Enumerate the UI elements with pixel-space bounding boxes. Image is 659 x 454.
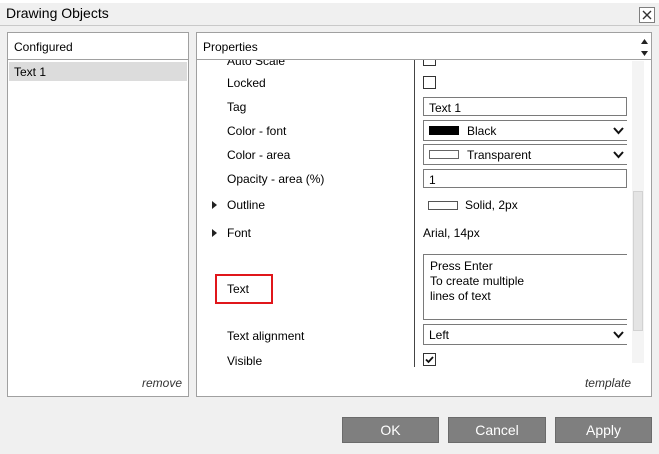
close-icon <box>642 10 652 20</box>
property-rows: Auto Scale Locked Tag Text 1 Color - fon… <box>197 60 627 367</box>
configured-item-label: Text 1 <box>14 65 47 79</box>
opacity-area-value: 1 <box>429 173 436 187</box>
text-alignment-select[interactable]: Left <box>423 324 627 345</box>
remove-link[interactable]: remove <box>142 376 182 390</box>
scroll-up-icon[interactable] <box>640 37 649 47</box>
font-label: Font <box>227 226 252 240</box>
properties-title: Properties <box>203 40 258 54</box>
checkmark-icon <box>425 356 434 364</box>
tag-label: Tag <box>227 100 247 114</box>
properties-panel: Properties Auto Scale Locked Tag Text 1 … <box>196 32 652 397</box>
cancel-button[interactable]: Cancel <box>448 417 546 443</box>
font-expand-arrow-icon[interactable] <box>212 229 217 237</box>
configured-title: Configured <box>14 40 73 54</box>
text-label: Text <box>227 282 250 296</box>
locked-checkbox[interactable] <box>423 76 436 89</box>
locked-label: Locked <box>227 76 266 90</box>
text-line: To create multiple <box>430 274 525 288</box>
configured-item[interactable]: Text 1 <box>9 62 187 81</box>
opacity-area-label: Opacity - area (%) <box>227 172 325 186</box>
visible-checkbox[interactable] <box>423 353 436 366</box>
ok-button[interactable]: OK <box>342 417 439 443</box>
text-line: lines of text <box>430 289 491 303</box>
visible-label: Visible <box>227 354 263 367</box>
outline-value: Solid, 2px <box>465 198 518 212</box>
outline-label: Outline <box>227 198 266 212</box>
color-font-label: Color - font <box>227 124 287 138</box>
opacity-area-input[interactable]: 1 <box>423 169 627 188</box>
window-title: Drawing Objects <box>6 5 109 21</box>
chevron-down-icon <box>613 151 624 159</box>
apply-button[interactable]: Apply <box>555 417 652 443</box>
auto-scale-label: Auto Scale <box>227 60 286 68</box>
properties-header: Properties <box>197 33 651 60</box>
color-font-swatch <box>429 126 459 135</box>
auto-scale-checkbox[interactable] <box>423 60 436 66</box>
title-bar: Drawing Objects <box>0 3 659 26</box>
configured-header: Configured <box>8 33 188 60</box>
chevron-down-icon <box>613 127 624 135</box>
text-alignment-label: Text alignment <box>227 329 305 343</box>
color-area-select[interactable]: Transparent <box>423 144 627 165</box>
color-area-value: Transparent <box>467 148 532 162</box>
text-textarea[interactable]: Press Enter To create multiple lines of … <box>423 254 627 320</box>
outline-expand-arrow-icon[interactable] <box>212 201 217 209</box>
tag-value: Text 1 <box>429 101 462 115</box>
close-button[interactable] <box>639 7 655 23</box>
chevron-down-icon <box>613 331 624 339</box>
text-line: Press Enter <box>430 259 493 273</box>
scroll-down-icon[interactable] <box>640 48 649 58</box>
outline-swatch <box>428 201 458 210</box>
color-font-value: Black <box>467 124 497 138</box>
tag-input[interactable]: Text 1 <box>423 97 627 116</box>
scrollbar-thumb[interactable] <box>633 191 643 331</box>
text-alignment-value: Left <box>429 328 450 342</box>
column-divider <box>414 60 415 367</box>
vertical-scrollbar[interactable] <box>632 61 644 363</box>
configured-panel: Configured Text 1 remove <box>7 32 189 397</box>
font-value: Arial, 14px <box>423 226 480 240</box>
template-link[interactable]: template <box>585 376 631 390</box>
color-area-label: Color - area <box>227 148 291 162</box>
color-font-select[interactable]: Black <box>423 120 627 141</box>
color-area-swatch <box>429 150 459 159</box>
